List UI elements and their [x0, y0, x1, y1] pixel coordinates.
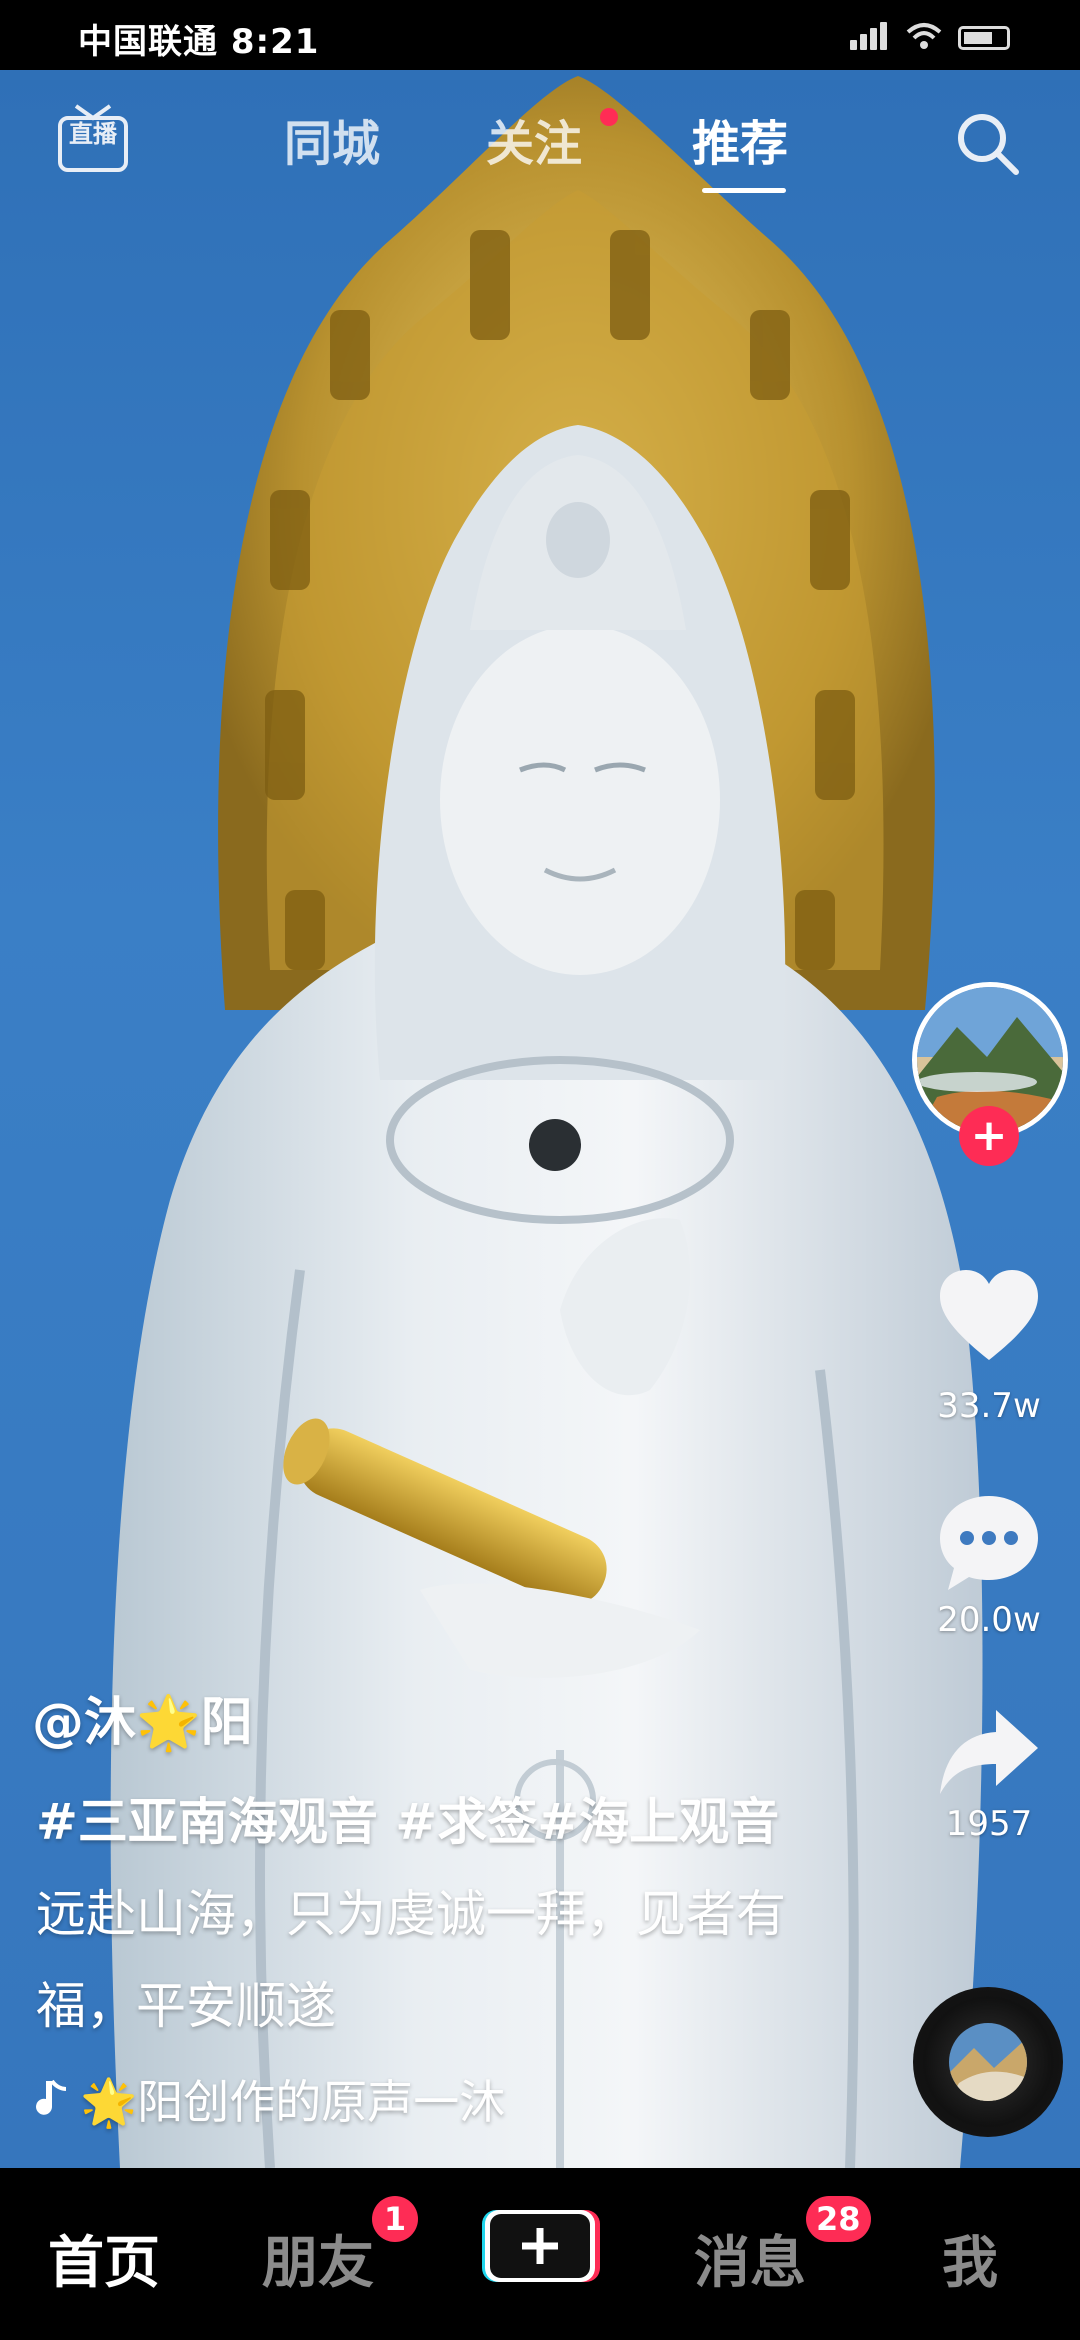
following-notification-dot: [600, 108, 618, 126]
messages-badge: 28: [806, 2196, 871, 2242]
music-disc[interactable]: [913, 1987, 1063, 2137]
live-label-char-1: 直: [69, 120, 93, 148]
share-icon[interactable]: [934, 1696, 1044, 1806]
music-note-icon: [36, 2079, 67, 2115]
nav-home[interactable]: 首页: [48, 2218, 160, 2299]
post-caption: #三亚南海观音 #求签#海上观音 远赴山海，只为虔诚一拜，见者有福，平安顺遂: [36, 1776, 816, 2052]
create-plus-button[interactable]: [480, 2206, 600, 2286]
comment-count: 20.0w: [937, 1600, 1041, 1640]
tab-local[interactable]: 同城: [284, 104, 380, 174]
post-hashtags[interactable]: #三亚南海观音 #求签#海上观音: [36, 1793, 779, 1851]
music-row[interactable]: 🌟阳创作的原声一沐: [32, 2066, 505, 2132]
live-label: 直播: [58, 122, 128, 146]
status-bar: 中国联通 8:21: [0, 0, 1080, 70]
live-label-char-2: 播: [93, 120, 117, 148]
active-tab-indicator: [702, 188, 786, 193]
search-icon[interactable]: [952, 108, 1022, 178]
live-icon[interactable]: 直播: [58, 102, 128, 174]
author-handle[interactable]: @沐🌟阳: [32, 1680, 253, 1755]
like-count: 33.7w: [937, 1386, 1041, 1426]
signal-icon: [850, 22, 890, 54]
friends-badge: 1: [372, 2196, 418, 2242]
like-heart-icon[interactable]: [934, 1262, 1044, 1372]
music-title: 🌟阳创作的原声一沐: [80, 2075, 506, 2129]
tab-following[interactable]: 关注: [486, 104, 582, 174]
nav-messages[interactable]: 消息: [694, 2218, 806, 2299]
status-icons: [850, 22, 1010, 54]
top-nav: 直播 同城 关注 推荐: [0, 70, 1080, 200]
nav-me[interactable]: 我: [942, 2218, 998, 2299]
battery-icon: [958, 26, 1010, 50]
post-text: 远赴山海，只为虔诚一拜，见者有福，平安顺遂: [36, 1885, 786, 2035]
music-disc-cover: [949, 2023, 1027, 2101]
share-count: 1957: [945, 1804, 1033, 1844]
comment-icon[interactable]: [934, 1488, 1044, 1598]
follow-button[interactable]: +: [959, 1106, 1019, 1166]
tab-recommended[interactable]: 推荐: [692, 104, 788, 174]
wifi-icon: [906, 22, 942, 54]
nav-friends[interactable]: 朋友: [262, 2218, 374, 2299]
status-carrier-time: 中国联通 8:21: [78, 22, 320, 62]
